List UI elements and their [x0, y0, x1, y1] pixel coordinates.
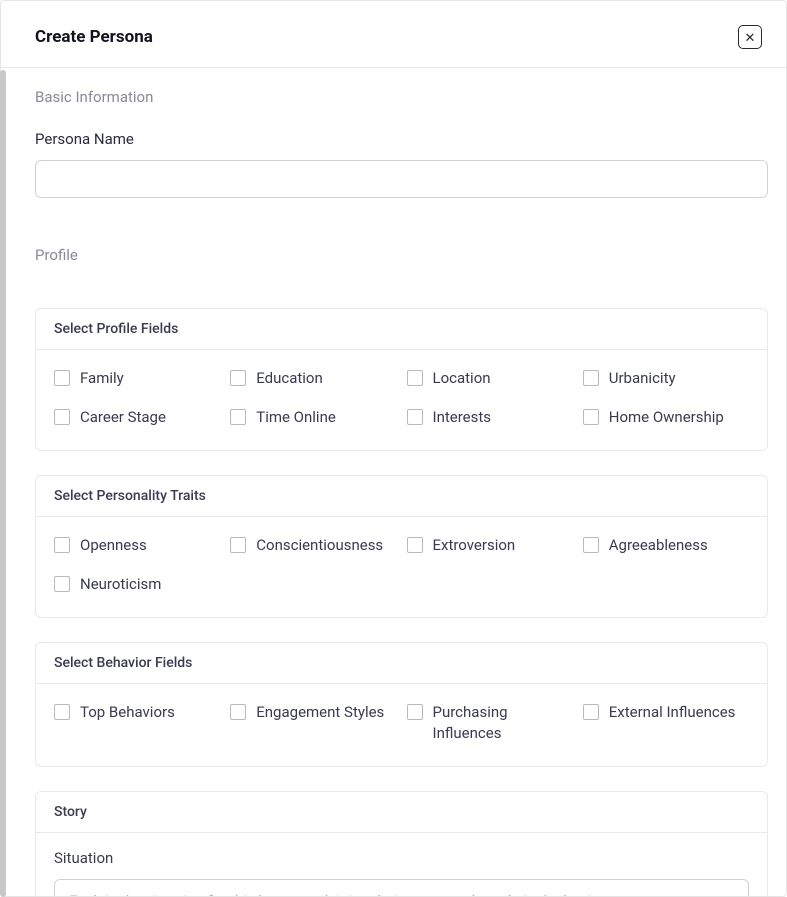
trait-checkbox[interactable] — [230, 537, 246, 553]
profile-checkbox-label[interactable]: Interests — [433, 407, 492, 428]
trait-checkbox-label[interactable]: Extroversion — [433, 535, 516, 556]
behavior-option: External Influences — [583, 702, 749, 744]
profile-checkbox[interactable] — [230, 409, 246, 425]
create-persona-modal: Create Persona ✕ Basic Information Perso… — [0, 0, 787, 897]
profile-option: Location — [407, 368, 573, 389]
profile-option: Family — [54, 368, 220, 389]
trait-checkbox[interactable] — [54, 576, 70, 592]
trait-option: Agreeableness — [583, 535, 749, 556]
behavior-checkbox[interactable] — [230, 704, 246, 720]
behavior-option: Top Behaviors — [54, 702, 220, 744]
modal-title: Create Persona — [35, 27, 153, 47]
profile-checkbox[interactable] — [230, 370, 246, 386]
trait-checkbox-label[interactable]: Neuroticism — [80, 574, 161, 595]
profile-fields-grid: Family Education Location Urbanicity Career … — [54, 368, 749, 428]
profile-option: Home Ownership — [583, 407, 749, 428]
trait-checkbox[interactable] — [54, 537, 70, 553]
close-button[interactable]: ✕ — [738, 25, 762, 49]
personality-traits-card: Select Personality Traits Openness Consci… — [35, 475, 768, 618]
behavior-checkbox-label[interactable]: Purchasing Influences — [433, 702, 573, 744]
profile-checkbox[interactable] — [583, 370, 599, 386]
profile-checkbox-label[interactable]: Location — [433, 368, 491, 389]
profile-option: Education — [230, 368, 396, 389]
persona-name-section: Persona Name — [35, 130, 768, 198]
behavior-option: Engagement Styles — [230, 702, 396, 744]
profile-heading: Profile — [35, 246, 768, 264]
trait-option: Conscientiousness — [230, 535, 396, 556]
close-icon: ✕ — [745, 31, 756, 44]
profile-option: Career Stage — [54, 407, 220, 428]
behavior-checkbox-label[interactable]: Engagement Styles — [256, 702, 384, 723]
trait-checkbox-label[interactable]: Agreeableness — [609, 535, 708, 556]
behavior-fields-card-title: Select Behavior Fields — [36, 643, 767, 684]
personality-traits-card-title: Select Personality Traits — [36, 476, 767, 517]
profile-fields-card-title: Select Profile Fields — [36, 309, 767, 350]
profile-checkbox-label[interactable]: Time Online — [256, 407, 336, 428]
situation-label: Situation — [54, 849, 749, 867]
situation-textarea[interactable] — [54, 879, 749, 896]
personality-traits-grid: Openness Conscientiousness Extroversion Agr… — [54, 535, 749, 595]
profile-checkbox[interactable] — [54, 409, 70, 425]
behavior-checkbox[interactable] — [54, 704, 70, 720]
modal-header: Create Persona ✕ — [1, 1, 786, 68]
story-card: Story Situation — [35, 791, 768, 896]
story-card-title: Story — [36, 792, 767, 833]
behavior-checkbox-label[interactable]: Top Behaviors — [80, 702, 175, 723]
profile-checkbox-label[interactable]: Career Stage — [80, 407, 166, 428]
trait-checkbox-label[interactable]: Conscientiousness — [256, 535, 383, 556]
trait-checkbox[interactable] — [407, 537, 423, 553]
trait-checkbox[interactable] — [583, 537, 599, 553]
behavior-option: Purchasing Influences — [407, 702, 573, 744]
profile-fields-card: Select Profile Fields Family Education Loc… — [35, 308, 768, 451]
modal-body: Basic Information Persona Name Profile S… — [1, 68, 786, 896]
behavior-checkbox[interactable] — [583, 704, 599, 720]
behavior-checkbox[interactable] — [407, 704, 423, 720]
behavior-fields-card: Select Behavior Fields Top Behaviors Enga… — [35, 642, 768, 767]
behavior-fields-grid: Top Behaviors Engagement Styles Purchasing… — [54, 702, 749, 744]
profile-checkbox-label[interactable]: Home Ownership — [609, 407, 724, 428]
profile-checkbox-label[interactable]: Urbanicity — [609, 368, 676, 389]
profile-checkbox[interactable] — [407, 409, 423, 425]
trait-option: Extroversion — [407, 535, 573, 556]
trait-option: Openness — [54, 535, 220, 556]
persona-name-label: Persona Name — [35, 130, 768, 148]
profile-checkbox-label[interactable]: Education — [256, 368, 323, 389]
trait-option: Neuroticism — [54, 574, 220, 595]
profile-checkbox[interactable] — [407, 370, 423, 386]
behavior-checkbox-label[interactable]: External Influences — [609, 702, 736, 723]
basic-information-heading: Basic Information — [35, 88, 768, 106]
profile-checkbox-label[interactable]: Family — [80, 368, 124, 389]
trait-checkbox-label[interactable]: Openness — [80, 535, 147, 556]
profile-option: Interests — [407, 407, 573, 428]
profile-checkbox[interactable] — [583, 409, 599, 425]
profile-option: Time Online — [230, 407, 396, 428]
profile-option: Urbanicity — [583, 368, 749, 389]
scrollbar[interactable] — [0, 70, 6, 897]
profile-checkbox[interactable] — [54, 370, 70, 386]
persona-name-input[interactable] — [35, 160, 768, 198]
